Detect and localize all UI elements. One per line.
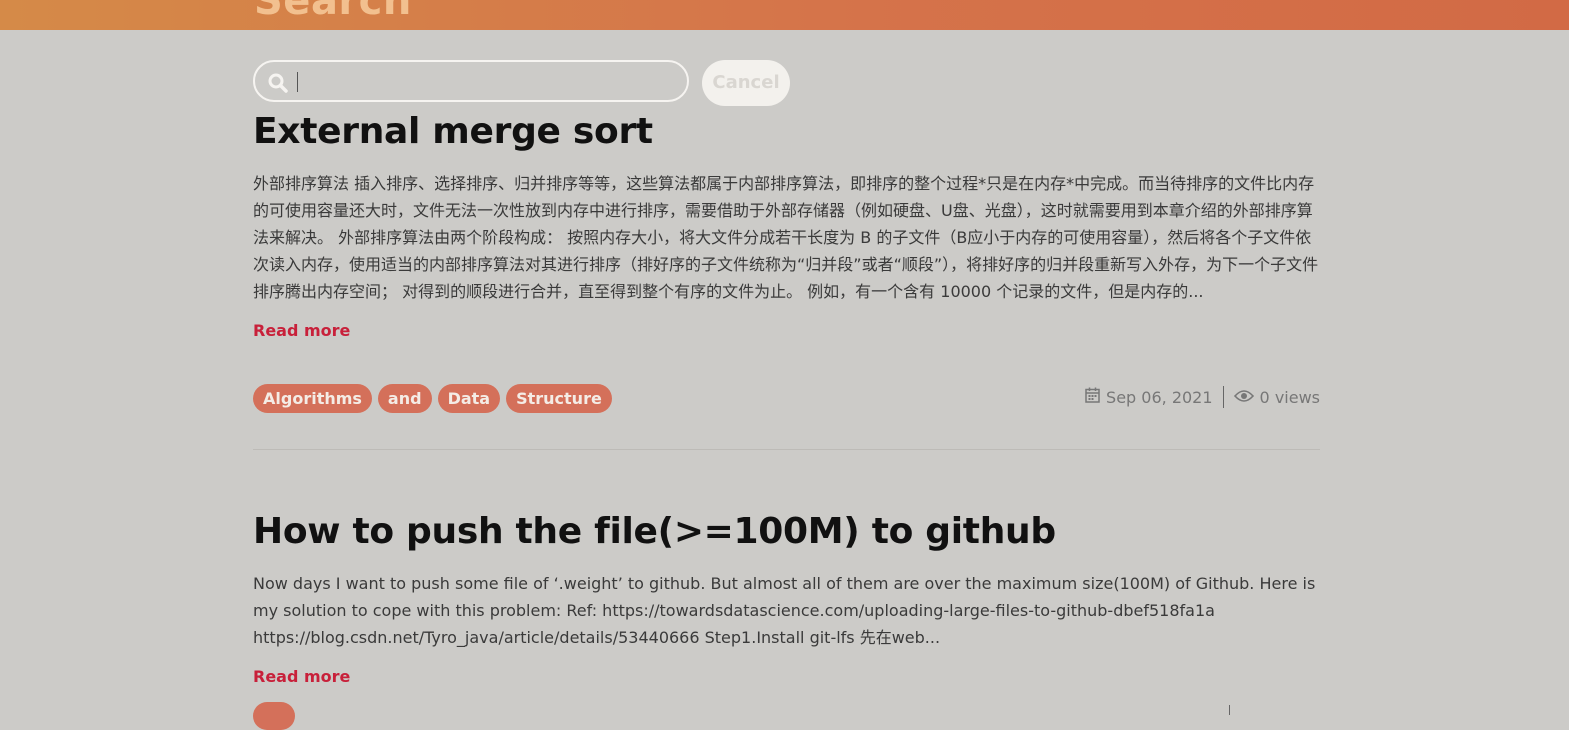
tag-list: Algorithms and Data Structure bbox=[253, 384, 612, 413]
page-title: Search bbox=[254, 0, 412, 24]
tag-partial[interactable] bbox=[253, 702, 295, 730]
post-views: 0 views bbox=[1259, 387, 1320, 407]
search-icon bbox=[267, 72, 289, 98]
calendar-icon bbox=[1085, 387, 1100, 407]
post-divider bbox=[253, 449, 1320, 450]
tag-structure[interactable]: Structure bbox=[506, 384, 612, 413]
meta-divider bbox=[1229, 705, 1230, 715]
post-meta: Sep 06, 2021 0 views bbox=[1085, 386, 1320, 408]
post-card: External merge sort 外部排序算法 插入排序、选择排序、归并排… bbox=[253, 110, 1320, 413]
search-field[interactable] bbox=[253, 60, 689, 102]
cancel-button[interactable]: Cancel bbox=[702, 60, 790, 106]
read-more-link[interactable]: Read more bbox=[253, 667, 350, 686]
post-date: Sep 06, 2021 bbox=[1106, 387, 1213, 407]
post-card: How to push the file(>=100M) to github N… bbox=[253, 510, 1320, 686]
text-caret bbox=[297, 72, 298, 92]
meta-divider bbox=[1222, 386, 1224, 408]
post-title[interactable]: How to push the file(>=100M) to github bbox=[253, 510, 1320, 554]
tag-algorithms[interactable]: Algorithms bbox=[253, 384, 372, 413]
post-title[interactable]: External merge sort bbox=[253, 110, 1320, 154]
eye-icon bbox=[1233, 388, 1254, 407]
header-bar: Search bbox=[0, 0, 1569, 30]
tag-data[interactable]: Data bbox=[437, 384, 501, 413]
search-input[interactable] bbox=[303, 68, 677, 98]
tag-and[interactable]: and bbox=[377, 384, 432, 413]
read-more-link[interactable]: Read more bbox=[253, 321, 350, 340]
post-excerpt: 外部排序算法 插入排序、选择排序、归并排序等等，这些算法都属于内部排序算法，即排… bbox=[253, 174, 1319, 301]
post-excerpt: Now days I want to push some file of ‘.w… bbox=[253, 574, 1316, 647]
